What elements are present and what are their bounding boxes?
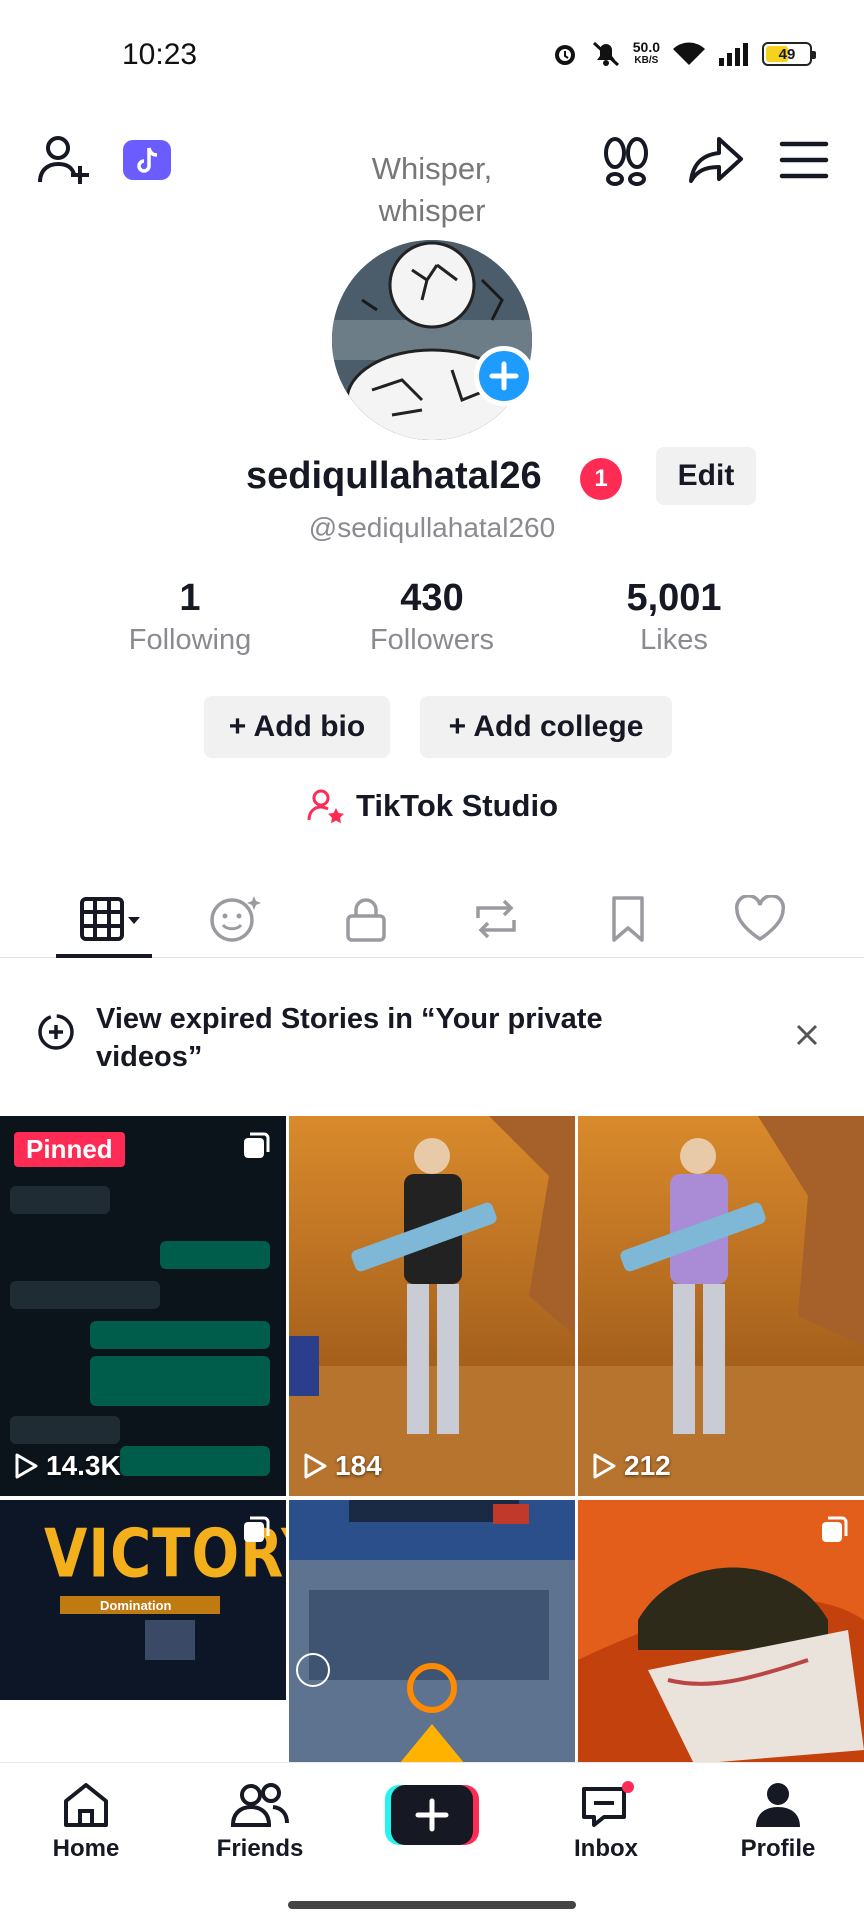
view-count: 14.3K [14, 1450, 121, 1482]
bottom-navigation: Home Friends Inbox Profile [0, 1762, 864, 1920]
stat-likes[interactable]: 5,001 Likes [574, 575, 774, 659]
game-character-thumbnail [289, 1116, 575, 1496]
avatar[interactable] [332, 240, 532, 440]
repost-icon [476, 899, 516, 939]
studio-person-star-icon [307, 789, 344, 824]
status-time: 10:23 [122, 38, 198, 71]
hamburger-menu-icon [779, 141, 829, 179]
play-icon [304, 1453, 327, 1479]
story-note[interactable]: Whisper, whisper [356, 148, 508, 232]
tab-favorites[interactable] [578, 880, 678, 958]
nav-profile[interactable]: Profile [708, 1781, 848, 1863]
gameplay-thumbnail [289, 1500, 575, 1764]
play-icon [15, 1453, 38, 1479]
inbox-icon [582, 1781, 634, 1827]
nav-inbox[interactable]: Inbox [536, 1781, 676, 1863]
edit-profile-button[interactable]: Edit [656, 447, 756, 505]
tiktok-logo-icon [123, 140, 171, 180]
video-thumbnail[interactable]: VICTORY Domination [0, 1500, 286, 1764]
close-icon[interactable] [794, 1022, 820, 1048]
username: sediqullahatal26 [246, 455, 542, 497]
share-profile-button[interactable] [684, 128, 748, 192]
video-grid: Pinned 14.3K 184 212 VICTOR Domination [0, 1116, 864, 1764]
multi-photo-icon [822, 1516, 848, 1542]
video-thumbnail[interactable]: Pinned 14.3K [0, 1116, 286, 1496]
tab-videos[interactable] [60, 880, 160, 958]
bookmark-icon [612, 896, 644, 942]
victory-subtext: Domination [100, 1598, 172, 1613]
multi-photo-icon [244, 1516, 270, 1542]
user-handle: @sediqullahatal260 [308, 512, 556, 543]
heart-icon [734, 895, 786, 942]
expired-stories-banner[interactable]: View expired Stories in “Your private vi… [0, 980, 864, 1090]
tab-liked[interactable] [710, 880, 810, 958]
signal-icon [719, 43, 748, 66]
tab-reposts[interactable] [446, 880, 546, 958]
profile-stats: 1 Following 430 Followers 5,001 Likes [0, 575, 864, 656]
home-icon [64, 1783, 108, 1827]
view-count: 212 [592, 1450, 671, 1482]
video-thumbnail[interactable] [289, 1500, 575, 1764]
view-count: 184 [303, 1450, 382, 1482]
add-friend-button[interactable] [30, 126, 98, 194]
tab-private[interactable] [316, 880, 416, 958]
wifi-icon [673, 42, 705, 65]
status-bar: 10:23 50.0 KB/S 49 [0, 0, 864, 110]
notification-badge: 1 [580, 458, 622, 500]
nav-friends[interactable]: Friends [190, 1781, 330, 1863]
multi-photo-icon [244, 1132, 270, 1158]
home-indicator[interactable] [288, 1901, 576, 1909]
network-speed: 50.0 KB/S [632, 39, 660, 66]
add-bio-button[interactable]: + Add bio [204, 696, 390, 758]
story-add-icon [38, 1014, 74, 1050]
add-college-button[interactable]: + Add college [420, 696, 672, 758]
stat-following[interactable]: 1 Following [90, 575, 290, 659]
share-icon [689, 137, 743, 183]
add-person-icon [38, 136, 89, 184]
create-button[interactable] [385, 1785, 479, 1845]
stat-followers[interactable]: 430 Followers [332, 575, 532, 659]
plus-icon [489, 361, 519, 391]
tiktok-app-button[interactable] [120, 136, 174, 184]
grid-icon [80, 897, 140, 941]
video-thumbnail[interactable]: 184 [289, 1116, 575, 1496]
friends-icon [231, 1783, 289, 1827]
profile-views-button[interactable] [594, 128, 658, 192]
game-character-thumbnail [578, 1116, 864, 1496]
username-row: sediqullahatal26 1 Edit [0, 447, 864, 505]
play-icon [593, 1453, 616, 1479]
add-story-button[interactable] [474, 346, 534, 406]
profile-icon [756, 1783, 800, 1827]
alarm-icon [554, 45, 575, 65]
footprints-icon [604, 137, 648, 186]
tiktok-studio-link[interactable]: TikTok Studio [0, 786, 864, 826]
profile-tabs [0, 880, 864, 958]
lock-icon [346, 898, 386, 942]
tab-story[interactable] [186, 880, 286, 958]
video-thumbnail[interactable] [578, 1500, 864, 1764]
video-thumbnail[interactable]: 212 [578, 1116, 864, 1496]
pinned-badge: Pinned [14, 1132, 125, 1167]
battery-indicator: 49 [762, 42, 816, 66]
avatar-image [332, 240, 532, 440]
status-icons: 50.0 KB/S 49 [551, 39, 816, 68]
chat-screenshot-thumbnail [0, 1116, 286, 1496]
smile-sparkle-icon [210, 896, 261, 942]
active-tab-indicator [56, 954, 152, 958]
create-plus-icon [385, 1785, 479, 1845]
banner-text: View expired Stories in “Your private vi… [96, 1003, 603, 1073]
nav-home[interactable]: Home [16, 1781, 156, 1863]
menu-button[interactable] [772, 128, 836, 192]
mute-icon [592, 41, 619, 67]
